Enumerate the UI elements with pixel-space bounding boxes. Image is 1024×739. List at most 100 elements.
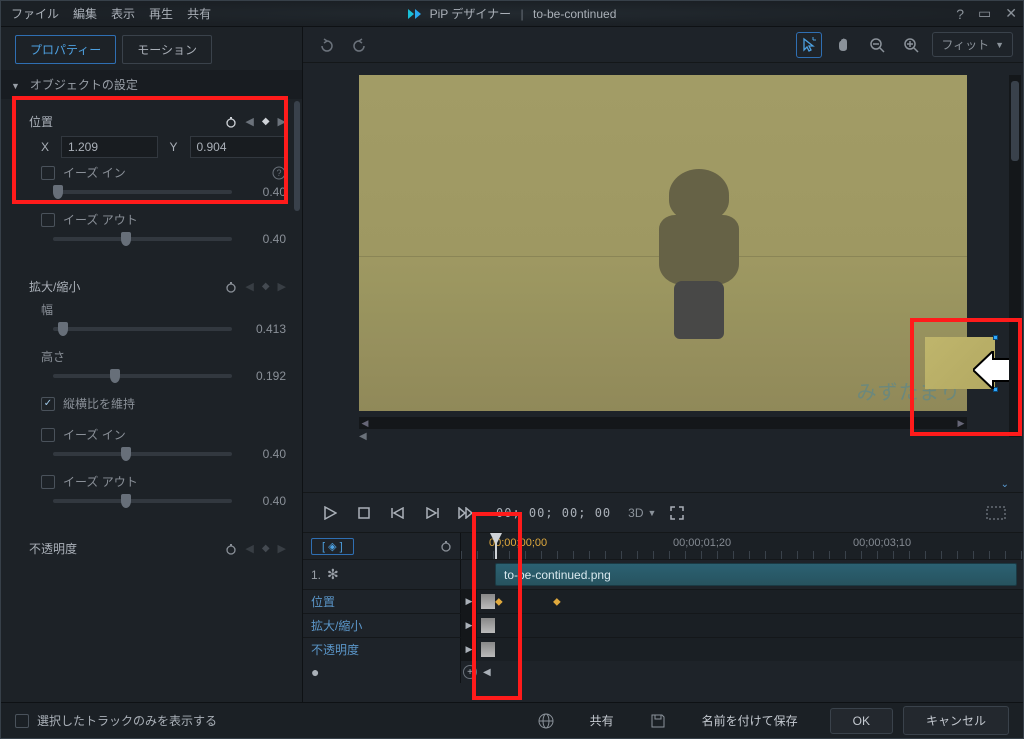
add-keyframe-icon[interactable]: ◆ <box>262 543 270 554</box>
add-keyframe-icon[interactable]: ◆ <box>262 281 270 292</box>
timeline-prop-scale[interactable]: 拡大/縮小 <box>311 617 362 634</box>
zoom-in-button[interactable] <box>898 32 924 58</box>
scale-ease-in-label: イーズ イン <box>63 426 126 443</box>
next-keyframe-icon[interactable]: ▶ <box>278 115 286 128</box>
menu-file[interactable]: ファイル <box>11 5 59 22</box>
keep-aspect-checkbox[interactable] <box>41 397 55 411</box>
fast-forward-button[interactable] <box>453 500 479 526</box>
scale-ease-in-slider[interactable] <box>53 452 232 456</box>
collapse-panel-icon[interactable]: ⌄ <box>1001 479 1009 490</box>
save-as-button[interactable]: 名前を付けて保存 <box>680 707 820 734</box>
prev-keyframe-icon[interactable]: ◀ <box>245 115 253 128</box>
ease-in-checkbox[interactable] <box>41 166 55 180</box>
help-icon[interactable]: ? <box>956 6 964 22</box>
position-x-input[interactable]: 1.209 <box>61 136 158 158</box>
preview-canvas[interactable]: みずたまり <box>359 75 967 411</box>
stopwatch-icon[interactable] <box>440 540 452 552</box>
ease-out-checkbox[interactable] <box>41 213 55 227</box>
ease-help-icon[interactable]: ? <box>272 166 286 180</box>
position-y-input[interactable]: 0.904 <box>190 136 287 158</box>
hand-tool-button[interactable] <box>830 32 856 58</box>
share-button[interactable]: 共有 <box>568 707 636 734</box>
pip-object-overflow[interactable] <box>919 317 1023 437</box>
zoom-out-button[interactable] <box>864 32 890 58</box>
play-button[interactable] <box>317 500 343 526</box>
next-frame-button[interactable] <box>419 500 445 526</box>
lane-opacity[interactable]: ▶ <box>461 638 1023 661</box>
timeline-prop-position[interactable]: 位置 <box>311 593 335 610</box>
save-icon[interactable] <box>646 709 670 733</box>
scale-label: 拡大/縮小 <box>29 278 217 295</box>
scrub-left-icon[interactable]: ◀ <box>359 431 367 442</box>
pointer-tool-button[interactable] <box>796 32 822 58</box>
show-selected-only-checkbox[interactable] <box>15 714 29 728</box>
cancel-button[interactable]: キャンセル <box>903 706 1009 735</box>
app-title: PiP デザイナー <box>430 5 512 22</box>
timeline-clip[interactable]: to-be-continued.png <box>495 563 1017 586</box>
3d-toggle[interactable]: 3D▼ <box>628 506 656 520</box>
tab-properties[interactable]: プロパティー <box>15 35 116 64</box>
prev-frame-button[interactable] <box>385 500 411 526</box>
properties-scrollbar[interactable] <box>292 99 302 702</box>
undo-button[interactable] <box>313 32 339 58</box>
scroll-left-icon[interactable]: ◀ <box>359 417 371 429</box>
expand-toggle-icon[interactable]: ▶ <box>461 614 477 637</box>
scale-ease-in-checkbox[interactable] <box>41 428 55 442</box>
menu-play[interactable]: 再生 <box>149 5 173 22</box>
globe-icon[interactable] <box>534 709 558 733</box>
menu-share[interactable]: 共有 <box>187 5 211 22</box>
stopwatch-icon[interactable] <box>225 543 237 555</box>
track-lane-1[interactable]: to-be-continued.png <box>461 560 1023 589</box>
opacity-label: 不透明度 <box>29 540 217 557</box>
track-index: 1. <box>311 568 321 582</box>
scale-ease-out-slider[interactable] <box>53 499 232 503</box>
preview-content-figure <box>651 169 747 339</box>
tab-motion[interactable]: モーション <box>122 35 212 64</box>
lane-scale[interactable]: ▶ <box>461 614 1023 637</box>
canvas-vertical-scrollbar[interactable] <box>1009 75 1021 437</box>
menu-edit[interactable]: 編集 <box>73 5 97 22</box>
disclosure-triangle-icon <box>11 78 24 92</box>
scale-ease-out-checkbox[interactable] <box>41 475 55 489</box>
safe-zone-button[interactable] <box>983 500 1009 526</box>
add-keyframe-button[interactable]: + <box>463 665 477 679</box>
ok-button[interactable]: OK <box>830 708 893 734</box>
zoom-fit-dropdown[interactable]: フィット ▼ <box>932 32 1013 57</box>
stopwatch-icon[interactable] <box>225 281 237 293</box>
prev-keyframe-icon[interactable]: ◀ <box>245 280 253 293</box>
fullscreen-button[interactable] <box>664 500 690 526</box>
rewind-icon[interactable]: ◀ <box>483 667 491 678</box>
add-keyframe-icon[interactable]: ◆ <box>262 116 270 127</box>
ease-out-slider[interactable] <box>53 237 232 241</box>
width-slider[interactable] <box>53 327 232 331</box>
redo-button[interactable] <box>347 32 373 58</box>
scale-ease-out-value: 0.40 <box>242 494 286 508</box>
stopwatch-icon[interactable] <box>225 116 237 128</box>
zoom-fit-label: フィット <box>941 36 989 53</box>
prev-keyframe-icon[interactable]: ◀ <box>245 542 253 555</box>
expand-toggle-icon[interactable]: ▶ <box>461 590 477 613</box>
canvas-horizontal-scrollbar[interactable]: ◀ ▶ <box>359 417 967 429</box>
width-value: 0.413 <box>242 322 286 336</box>
close-icon[interactable]: ✕ <box>1005 5 1017 22</box>
next-keyframe-icon[interactable]: ▶ <box>278 280 286 293</box>
section-object-settings[interactable]: オブジェクトの設定 <box>1 70 302 99</box>
track-snowflake-icon[interactable]: ✻ <box>327 566 339 583</box>
menu-view[interactable]: 表示 <box>111 5 135 22</box>
height-slider[interactable] <box>53 374 232 378</box>
scale-ease-out-label: イーズ アウト <box>63 473 138 490</box>
track-visibility-dot-icon[interactable]: ● <box>311 664 319 680</box>
playhead[interactable] <box>495 533 497 559</box>
timecode-display[interactable]: 00; 00; 00; 00 <box>487 502 620 524</box>
timeline-prop-opacity[interactable]: 不透明度 <box>311 641 359 658</box>
timeline-ruler[interactable]: 00;00;00;00 00;00;01;20 00;00;03;10 <box>461 533 1023 559</box>
keyframe-mode-button[interactable]: [ ◈ ] <box>311 538 354 555</box>
lane-position[interactable]: ▶ ◆ ◆ <box>461 590 1023 613</box>
next-keyframe-icon[interactable]: ▶ <box>278 542 286 555</box>
maximize-icon[interactable]: ▭ <box>978 5 991 22</box>
ease-in-slider[interactable] <box>53 190 232 194</box>
stop-button[interactable] <box>351 500 377 526</box>
height-label: 高さ <box>41 348 286 365</box>
expand-toggle-icon[interactable]: ▶ <box>461 638 477 661</box>
ease-out-value: 0.40 <box>242 232 286 246</box>
